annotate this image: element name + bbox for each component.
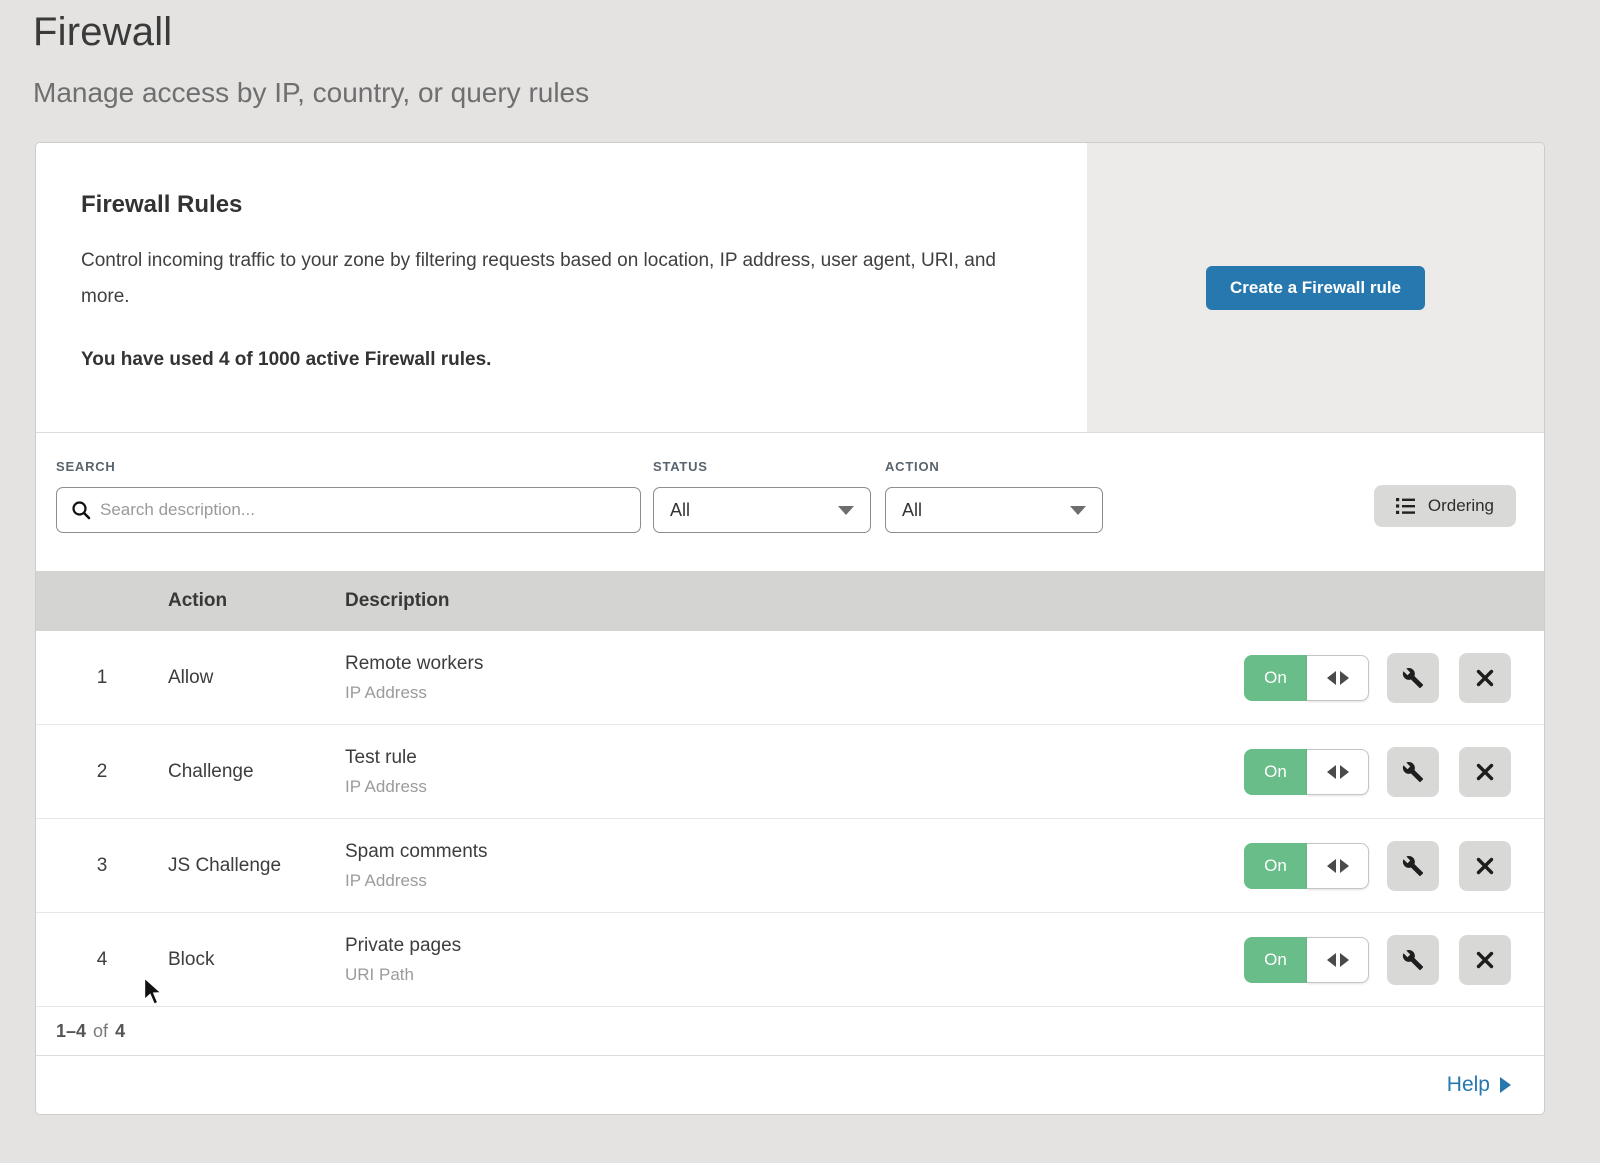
toggle-on-label[interactable]: On (1244, 655, 1307, 701)
header-description-column: Description (345, 590, 1544, 612)
status-label: STATUS (653, 459, 871, 474)
action-filter-group: ACTION All (885, 459, 1103, 533)
rule-action: JS Challenge (168, 855, 345, 877)
action-select[interactable]: All (885, 487, 1103, 533)
rule-row: 4 Block Private pages URI Path On (36, 913, 1544, 1007)
status-selected-value: All (670, 500, 690, 521)
rule-description: Private pages (345, 935, 1244, 957)
drag-arrows-icon[interactable] (1307, 937, 1369, 983)
edit-rule-button[interactable] (1387, 935, 1439, 985)
rule-row: 2 Challenge Test rule IP Address On (36, 725, 1544, 819)
action-label: ACTION (885, 459, 1103, 474)
ordered-list-icon (1396, 497, 1416, 515)
rule-match-type: IP Address (345, 683, 1244, 703)
pagination-bar: 1–4 of 4 (36, 1007, 1544, 1056)
rule-enabled-toggle[interactable]: On (1244, 937, 1369, 983)
firewall-rules-card: Firewall Rules Control incoming traffic … (35, 142, 1545, 1115)
help-link-label: Help (1447, 1073, 1490, 1097)
search-label: SEARCH (56, 459, 641, 474)
rules-table-header: Action Description (36, 571, 1544, 631)
x-icon (1475, 856, 1495, 876)
card-footer: Help (36, 1056, 1544, 1114)
chevron-down-icon (1070, 506, 1086, 515)
chevron-down-icon (838, 506, 854, 515)
action-selected-value: All (902, 500, 922, 521)
rule-controls: On (1244, 935, 1544, 985)
status-filter-group: STATUS All (653, 459, 871, 533)
firewall-rules-intro: Firewall Rules Control incoming traffic … (36, 143, 1087, 432)
rule-description-cell: Spam comments IP Address (345, 841, 1244, 891)
rule-controls: On (1244, 841, 1544, 891)
help-link[interactable]: Help (1447, 1073, 1511, 1097)
rule-priority: 4 (36, 949, 168, 971)
toggle-on-label[interactable]: On (1244, 937, 1307, 983)
section-description: Control incoming traffic to your zone by… (81, 243, 1027, 315)
edit-rule-button[interactable] (1387, 841, 1439, 891)
create-firewall-rule-button[interactable]: Create a Firewall rule (1206, 266, 1425, 310)
delete-rule-button[interactable] (1459, 747, 1511, 797)
wrench-icon (1402, 949, 1424, 971)
card-top-section: Firewall Rules Control incoming traffic … (36, 143, 1544, 433)
search-input[interactable] (100, 500, 626, 520)
drag-arrows-icon[interactable] (1307, 655, 1369, 701)
rule-action: Challenge (168, 761, 345, 783)
rule-match-type: IP Address (345, 777, 1244, 797)
rule-priority: 2 (36, 761, 168, 783)
delete-rule-button[interactable] (1459, 935, 1511, 985)
rule-match-type: IP Address (345, 871, 1244, 891)
drag-arrows-icon[interactable] (1307, 843, 1369, 889)
arrow-right-icon (1500, 1077, 1511, 1093)
rule-enabled-toggle[interactable]: On (1244, 843, 1369, 889)
pagination-of: of (93, 1021, 108, 1042)
wrench-icon (1402, 667, 1424, 689)
page-header: Firewall Manage access by IP, country, o… (0, 0, 1600, 109)
pagination-range: 1–4 (56, 1021, 86, 1042)
rule-description: Test rule (345, 747, 1244, 769)
rule-description: Spam comments (345, 841, 1244, 863)
ordering-button[interactable]: Ordering (1374, 485, 1516, 527)
ordering-button-wrap: Ordering (1374, 459, 1516, 527)
search-box[interactable] (56, 487, 641, 533)
page-title: Firewall (33, 10, 1600, 55)
rules-table-body: 1 Allow Remote workers IP Address On (36, 631, 1544, 1007)
rule-priority: 1 (36, 667, 168, 689)
filters-bar: SEARCH STATUS All ACTION All (36, 433, 1544, 571)
rule-description-cell: Test rule IP Address (345, 747, 1244, 797)
rule-action: Block (168, 949, 345, 971)
search-field-group: SEARCH (56, 459, 641, 533)
rule-controls: On (1244, 653, 1544, 703)
toggle-on-label[interactable]: On (1244, 749, 1307, 795)
edit-rule-button[interactable] (1387, 747, 1439, 797)
rule-enabled-toggle[interactable]: On (1244, 749, 1369, 795)
x-icon (1475, 762, 1495, 782)
edit-rule-button[interactable] (1387, 653, 1439, 703)
delete-rule-button[interactable] (1459, 841, 1511, 891)
create-rule-panel: Create a Firewall rule (1087, 143, 1544, 432)
wrench-icon (1402, 855, 1424, 877)
usage-summary: You have used 4 of 1000 active Firewall … (81, 349, 1027, 371)
rule-enabled-toggle[interactable]: On (1244, 655, 1369, 701)
section-heading: Firewall Rules (81, 191, 1027, 219)
wrench-icon (1402, 761, 1424, 783)
rule-action: Allow (168, 667, 345, 689)
rule-controls: On (1244, 747, 1544, 797)
ordering-button-label: Ordering (1428, 496, 1494, 516)
rule-row: 1 Allow Remote workers IP Address On (36, 631, 1544, 725)
drag-arrows-icon[interactable] (1307, 749, 1369, 795)
rule-description-cell: Remote workers IP Address (345, 653, 1244, 703)
rule-match-type: URI Path (345, 965, 1244, 985)
rule-priority: 3 (36, 855, 168, 877)
header-action-column: Action (168, 590, 345, 612)
search-icon (71, 500, 91, 520)
toggle-on-label[interactable]: On (1244, 843, 1307, 889)
pagination-total: 4 (115, 1021, 125, 1042)
x-icon (1475, 950, 1495, 970)
status-select[interactable]: All (653, 487, 871, 533)
rule-description-cell: Private pages URI Path (345, 935, 1244, 985)
x-icon (1475, 668, 1495, 688)
rule-row: 3 JS Challenge Spam comments IP Address … (36, 819, 1544, 913)
rule-description: Remote workers (345, 653, 1244, 675)
delete-rule-button[interactable] (1459, 653, 1511, 703)
page-subtitle: Manage access by IP, country, or query r… (33, 77, 1600, 109)
